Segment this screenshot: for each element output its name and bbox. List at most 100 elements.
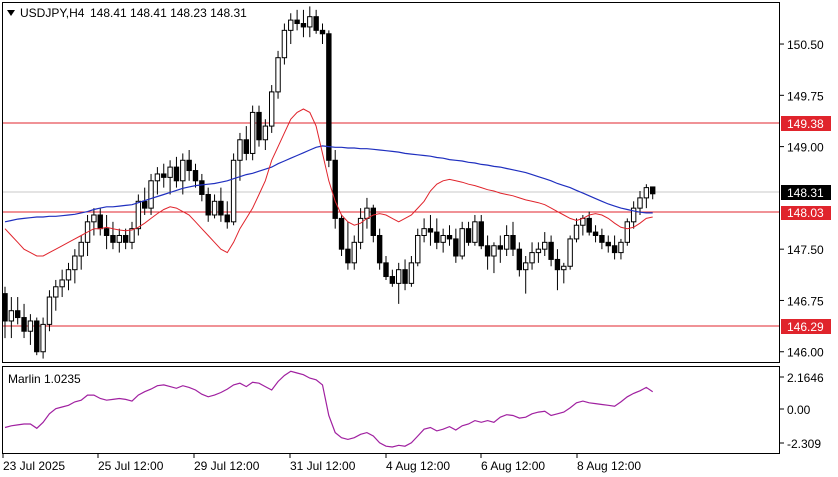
indicator-label: Marlin 1.0235: [8, 372, 81, 386]
candle-body: [484, 245, 491, 257]
price-tick-label: 146.75: [787, 294, 824, 308]
candle-body: [599, 234, 605, 243]
candle-body: [59, 279, 65, 288]
candle-body: [326, 33, 332, 161]
candle-body: [53, 286, 59, 298]
candle-body: [262, 125, 269, 141]
candle-body: [650, 186, 656, 195]
candle-body: [364, 207, 370, 219]
candle-body: [300, 23, 307, 28]
candle-body: [402, 269, 408, 284]
candle-body: [421, 228, 427, 236]
candle-body: [142, 200, 148, 209]
candle-body: [465, 228, 472, 243]
candle-body: [110, 234, 116, 243]
candle-body: [605, 241, 611, 247]
candle-body: [224, 214, 230, 223]
candle-body: [2, 293, 8, 322]
candle-body: [548, 241, 554, 260]
candle-body: [313, 16, 319, 31]
candle-body: [503, 234, 510, 250]
candle-body: [376, 234, 383, 264]
candle-body: [78, 241, 84, 257]
osc-tick-low: -2.309: [787, 437, 821, 451]
candle-body: [230, 159, 237, 223]
symbol-label: USDJPY,H4: [20, 6, 85, 20]
chart-canvas: USDJPY,H4 148.41 148.41 148.23 148.31 Ma…: [2, 2, 831, 473]
price-tick-label: 150.50: [787, 38, 824, 52]
candle-body: [497, 245, 504, 250]
candle-body: [319, 29, 326, 35]
main-plot-frame: [2, 2, 780, 363]
candle-body: [478, 221, 484, 247]
candle-body: [351, 241, 357, 264]
candle: [34, 317, 40, 356]
candle-body: [592, 231, 599, 236]
candle: [567, 235, 573, 270]
candle-body: [97, 214, 103, 230]
candle-body: [535, 248, 542, 254]
candle-body: [72, 255, 78, 271]
candle-body: [523, 262, 529, 271]
candle-body: [103, 228, 110, 236]
candle-body: [27, 320, 34, 332]
candle-body: [618, 241, 624, 254]
time-axis: 23 Jul 2025 25 Jul 12:00 29 Jul 12:00 31 Ju…: [2, 454, 641, 473]
candle-body: [173, 166, 180, 182]
candle-body: [561, 265, 567, 271]
candle-body: [415, 234, 421, 264]
indicator-plot-frame: [2, 366, 780, 454]
candle-body: [91, 214, 97, 223]
candle-body: [643, 187, 650, 199]
time-tick-label: 25 Jul 12:00: [98, 459, 164, 473]
candle-body: [243, 139, 250, 154]
candle-body: [294, 19, 300, 25]
candle-body: [167, 166, 173, 178]
candle-body: [135, 200, 142, 230]
candle-body: [218, 200, 224, 216]
candle-body: [161, 173, 167, 178]
candle-body: [192, 170, 199, 182]
candle-body: [116, 234, 122, 243]
osc-tick-high: 2.1646: [787, 371, 824, 385]
candle-body: [40, 323, 46, 353]
candle-body: [288, 19, 294, 31]
candle-body: [275, 57, 281, 93]
level-upper-label: 149.38: [787, 117, 824, 131]
price-tick-label: 149.00: [787, 141, 824, 155]
candle-body: [510, 234, 516, 250]
candle-body: [611, 245, 618, 254]
candle-body: [122, 234, 129, 243]
candle-body: [383, 262, 389, 278]
candle-body: [65, 269, 72, 281]
candle-body: [256, 111, 262, 141]
candle-body: [637, 197, 643, 209]
candle-body: [205, 193, 211, 216]
time-tick-label: 29 Jul 12:00: [194, 459, 260, 473]
candle-body: [8, 310, 15, 322]
candle: [275, 50, 281, 99]
candle-body: [370, 207, 377, 236]
time-tick-label: 4 Aug 12:00: [386, 459, 450, 473]
candle: [624, 218, 630, 246]
price-tick-label: 147.50: [787, 243, 824, 257]
candle-body: [542, 241, 548, 250]
time-tick-label: 23 Jul 2025: [3, 459, 65, 473]
candle-body: [332, 159, 338, 219]
candle-body: [529, 252, 535, 264]
candle-body: [46, 296, 53, 325]
candle-body: [34, 320, 40, 353]
level-lower-label: 146.29: [787, 320, 824, 334]
candle-body: [199, 180, 205, 195]
candle-body: [472, 221, 478, 243]
candle-body: [281, 29, 288, 59]
time-tick-label: 8 Aug 12:00: [577, 459, 641, 473]
level-mid-label: 148.03: [787, 206, 824, 220]
candle-body: [459, 228, 465, 257]
candle-body: [516, 248, 523, 271]
candle-body: [21, 317, 27, 332]
candle-body: [180, 159, 186, 182]
time-tick-label: 31 Jul 12:00: [290, 459, 356, 473]
candle-body: [440, 234, 446, 243]
candle-body: [453, 238, 459, 257]
